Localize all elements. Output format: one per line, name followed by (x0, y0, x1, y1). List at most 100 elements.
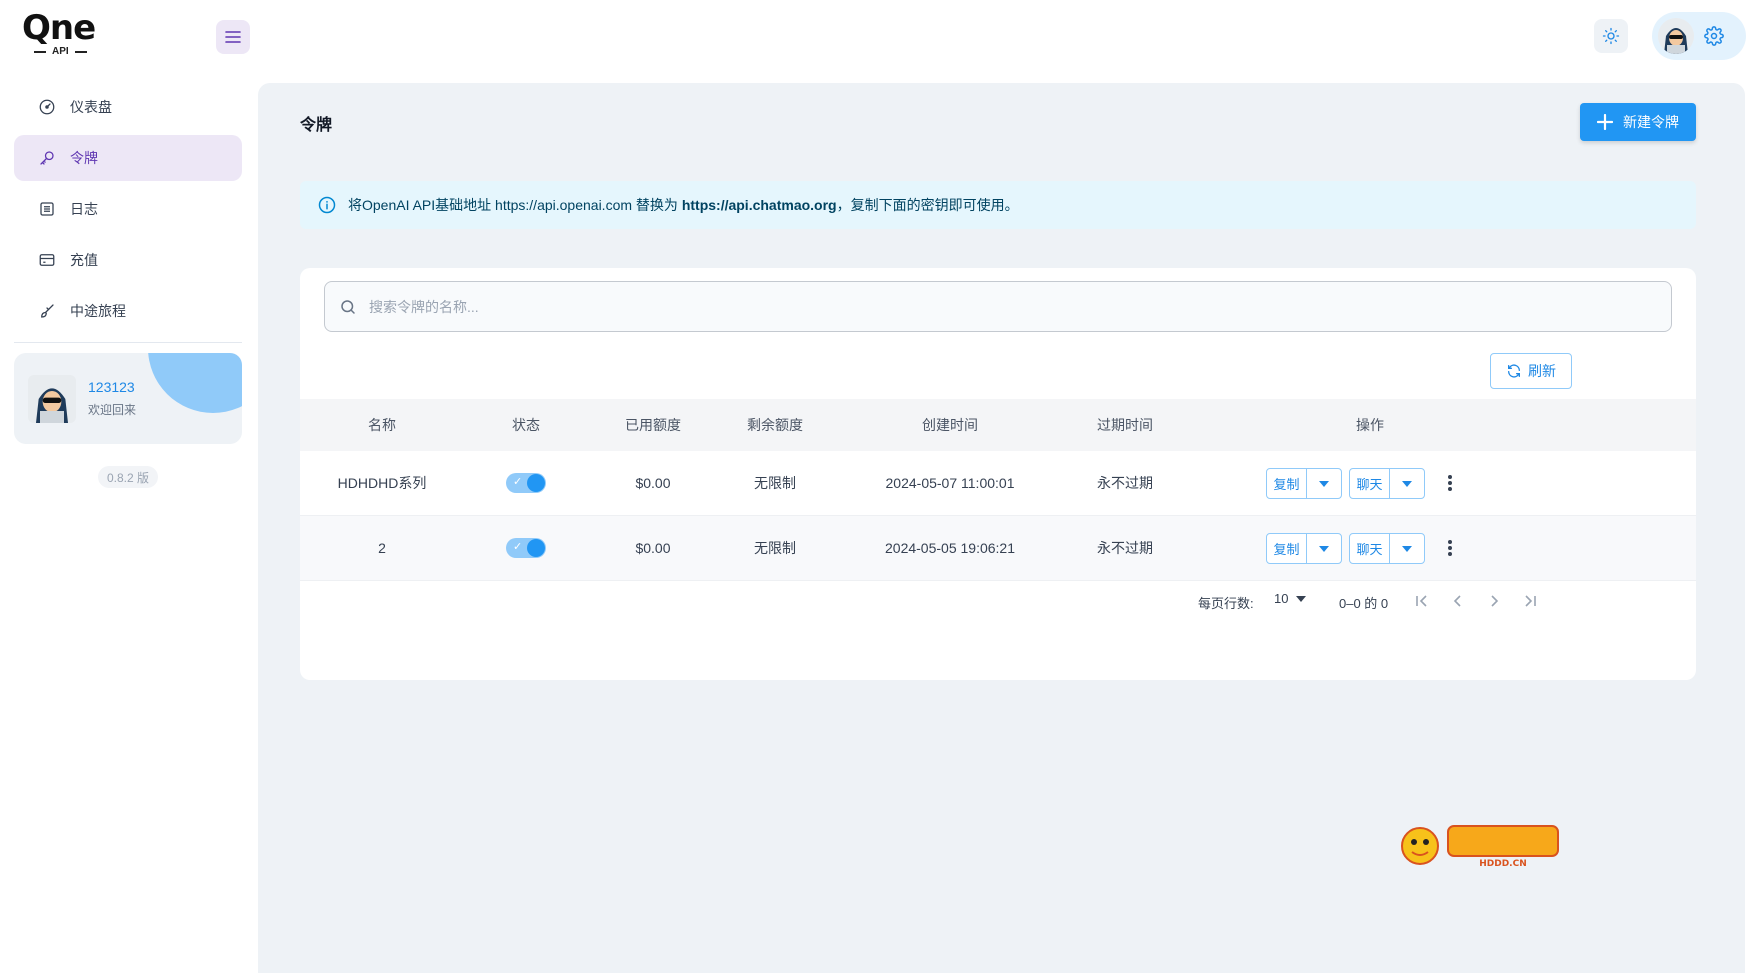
theme-toggle-button[interactable] (1594, 19, 1628, 53)
caret-down-icon (1319, 480, 1329, 487)
sidebar-divider (14, 342, 242, 343)
logo-sub-label: API (52, 46, 69, 57)
header-created: 创建时间 (922, 417, 978, 433)
more-vert-icon (1448, 475, 1452, 491)
chat-button-group: 聊天 (1349, 468, 1425, 499)
logo[interactable]: Qne API (22, 8, 112, 64)
profile-menu-button[interactable] (1652, 12, 1746, 60)
created-time: 2024-05-05 19:06:21 (885, 540, 1015, 556)
copy-dropdown-button[interactable] (1307, 469, 1341, 498)
search-icon (341, 299, 355, 314)
sidebar-item-logs[interactable]: 日志 (14, 186, 242, 232)
status-toggle[interactable]: ✓ (506, 473, 546, 493)
welcome-text: 欢迎回来 (88, 403, 137, 417)
dashboard-icon (39, 99, 55, 115)
header-remain: 剩余额度 (747, 417, 803, 433)
chevron-left-icon (1453, 595, 1461, 607)
sidebar-item-topup[interactable]: 充值 (14, 237, 242, 283)
brush-icon (41, 304, 54, 318)
logo-text: Qne (22, 8, 96, 48)
table-row: 2 ✓ $0.00 无限制 2024-05-05 19:06:21 永不过期 复… (300, 516, 1696, 581)
chat-button-group: 聊天 (1349, 533, 1425, 564)
status-toggle[interactable]: ✓ (506, 538, 546, 558)
header-status: 状态 (512, 417, 540, 433)
first-page-icon (1416, 595, 1427, 607)
chat-button[interactable]: 聊天 (1350, 469, 1390, 498)
refresh-label: 刷新 (1528, 363, 1556, 379)
rows-per-page-value: 10 (1274, 591, 1289, 606)
header-ops: 操作 (1356, 417, 1384, 433)
new-token-button[interactable]: 新建令牌 (1580, 103, 1696, 141)
avatar (1658, 18, 1694, 54)
alert-text: 将OpenAI API基础地址 https://api.openai.com 替… (348, 195, 1019, 215)
sidebar-item-tokens[interactable]: 令牌 (14, 135, 242, 181)
status-cell: ✓ (486, 516, 566, 580)
caret-down-icon (1319, 545, 1329, 552)
copy-button[interactable]: 复制 (1267, 469, 1307, 498)
alert-prefix: 将OpenAI API基础地址 https://api.openai.com 替… (348, 197, 682, 213)
sidebar-item-label: 充值 (70, 252, 98, 268)
menu-toggle-button[interactable] (216, 20, 250, 54)
token-name: HDHDHD系列 (337, 475, 427, 491)
last-page-icon (1525, 595, 1536, 607)
top-bar: Qne API (0, 0, 1757, 74)
rows-per-page-select[interactable]: 10 (1274, 591, 1307, 606)
card-decoration (148, 353, 242, 413)
copy-button[interactable]: 复制 (1267, 534, 1307, 563)
used-quota: $0.00 (635, 475, 671, 491)
search-box (324, 281, 1672, 332)
more-actions-button[interactable] (1438, 536, 1462, 560)
sidebar-item-label: 日志 (70, 201, 98, 217)
chevron-right-icon (1491, 595, 1499, 607)
more-vert-icon (1448, 540, 1452, 556)
more-actions-button[interactable] (1438, 471, 1462, 495)
sidebar-item-label: 仪表盘 (70, 99, 112, 115)
info-alert: 将OpenAI API基础地址 https://api.openai.com 替… (300, 181, 1696, 229)
remain-quota: 无限制 (754, 540, 796, 556)
header-expire: 过期时间 (1097, 417, 1153, 433)
copy-button-group: 复制 (1266, 533, 1342, 564)
chat-button[interactable]: 聊天 (1350, 534, 1390, 563)
next-page-button[interactable] (1482, 589, 1506, 613)
chat-dropdown-button[interactable] (1390, 469, 1424, 498)
copy-dropdown-button[interactable] (1307, 534, 1341, 563)
prev-page-button[interactable] (1446, 589, 1470, 613)
created-time: 2024-05-07 11:00:01 (885, 475, 1015, 491)
chat-dropdown-button[interactable] (1390, 534, 1424, 563)
page-range: 0–0 的 0 (1339, 596, 1389, 611)
caret-down-icon (1402, 480, 1412, 487)
sidebar: 仪表盘 令牌 日志 充值 中途旅程 123123 欢迎回来 0.8.2 版 (14, 84, 242, 488)
card-icon (39, 254, 55, 266)
alert-suffix: ，复制下面的密钥即可使用。 (836, 197, 1019, 213)
remain-quota: 无限制 (754, 475, 796, 491)
copy-button-group: 复制 (1266, 468, 1342, 499)
page-title: 令牌 (300, 117, 333, 134)
sidebar-item-label: 令牌 (70, 150, 98, 166)
sidebar-item-dashboard[interactable]: 仪表盘 (14, 84, 242, 130)
caret-down-icon (1402, 545, 1412, 552)
search-input[interactable] (369, 298, 1649, 315)
table-header: 名称 状态 已用额度 剩余额度 创建时间 过期时间 操作 (300, 399, 1696, 451)
sidebar-item-midjourney[interactable]: 中途旅程 (14, 288, 242, 334)
key-icon (40, 151, 54, 165)
refresh-icon (1508, 364, 1520, 378)
alert-url: https://api.chatmao.org (681, 197, 837, 213)
user-card: 123123 欢迎回来 (14, 353, 242, 444)
last-page-button[interactable] (1518, 589, 1542, 613)
rows-per-page-label: 每页行数: (1198, 596, 1254, 611)
expire-time: 永不过期 (1097, 540, 1153, 556)
caret-down-icon (1296, 595, 1307, 602)
watermark-text: HDDD.CN (1479, 859, 1527, 869)
table-row: HDHDHD系列 ✓ $0.00 无限制 2024-05-07 11:00:01… (300, 451, 1696, 516)
avatar (28, 374, 76, 423)
first-page-button[interactable] (1410, 589, 1434, 613)
token-table-card: 刷新 名称 状态 已用额度 剩余额度 创建时间 过期时间 操作 HDHDHD系列… (300, 268, 1696, 680)
plus-icon (1597, 114, 1613, 130)
header-name[interactable]: 名称 (300, 399, 464, 451)
refresh-button[interactable]: 刷新 (1490, 353, 1572, 389)
user-name: 123123 (88, 379, 135, 395)
new-token-label: 新建令牌 (1623, 114, 1679, 130)
status-cell: ✓ (486, 451, 566, 515)
watermark-logo: HDDD.CN (1392, 818, 1562, 870)
log-icon (40, 202, 54, 216)
